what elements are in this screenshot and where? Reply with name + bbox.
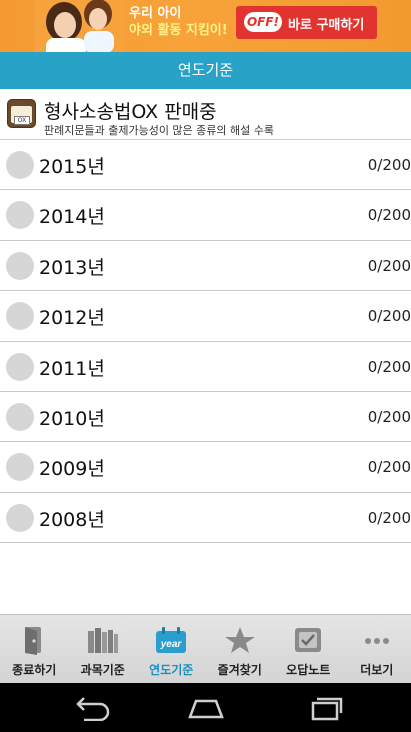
recent-apps-icon[interactable] — [303, 695, 347, 721]
year-row-2011[interactable]: 2011년 0/200 — [0, 341, 411, 392]
more-dots-icon — [364, 638, 389, 644]
nav-subject[interactable]: 과목기준 — [69, 615, 138, 683]
year-label: 2011년 — [39, 357, 105, 380]
nav-label: 연도기준 — [149, 663, 194, 677]
ad-line1: 우리 아이 — [129, 6, 182, 21]
progress-count: 0/200 — [367, 458, 411, 477]
promo-banner[interactable]: OX 형사소송법OX 판매중 판례지문들과 출제가능성이 많은 종류의 해설 수… — [0, 89, 411, 140]
nav-label: 종료하기 — [12, 663, 57, 677]
screen: 우리 아이 야외 활동 지킴이! OFF! 바로 구매하기 연도기준 OX 형사… — [0, 0, 411, 732]
year-row-2015[interactable]: 2015년 0/200 — [0, 140, 411, 191]
nav-wrong-notes[interactable]: 오답노트 — [274, 615, 343, 683]
ad-headline: 우리 아이 야외 활동 지킴이! — [129, 5, 239, 39]
year-label: 2009년 — [39, 458, 105, 481]
year-label: 2010년 — [39, 407, 105, 430]
status-circle-icon — [6, 251, 34, 280]
year-row-2009[interactable]: 2009년 0/200 — [0, 442, 411, 493]
note-check-icon — [295, 628, 322, 652]
year-label: 2008년 — [39, 508, 105, 531]
progress-count: 0/200 — [367, 156, 411, 174]
promo-subtitle: 판례지문들과 출제가능성이 많은 종류의 해설 수록 — [44, 124, 275, 137]
ad-buy-label: 바로 구매하기 — [288, 18, 365, 33]
status-circle-icon — [6, 302, 34, 331]
progress-count: 0/200 — [367, 307, 411, 326]
book-app-icon: OX — [7, 99, 36, 128]
progress-count: 0/200 — [367, 357, 411, 376]
ad-banner[interactable]: 우리 아이 야외 활동 지킴이! OFF! 바로 구매하기 — [0, 0, 411, 52]
year-label: 2014년 — [39, 206, 105, 229]
nav-more[interactable]: 더보기 — [343, 615, 411, 683]
nav-favorites[interactable]: 즐겨찾기 — [206, 615, 275, 683]
year-row-2014[interactable]: 2014년 0/200 — [0, 190, 411, 241]
system-nav-bar — [0, 683, 411, 732]
progress-count: 0/200 — [367, 206, 411, 225]
nav-label: 더보기 — [360, 663, 394, 677]
progress-count: 0/200 — [367, 508, 411, 527]
progress-count: 0/200 — [367, 407, 411, 426]
status-circle-icon — [6, 503, 34, 532]
svg-text:year: year — [160, 639, 183, 650]
promo-title: 형사소송법OX 판매중 — [44, 101, 217, 123]
ox-badge: OX — [14, 116, 30, 125]
ad-line2: 야외 활동 지킴이! — [129, 23, 228, 38]
nav-exit[interactable]: 종료하기 — [0, 615, 69, 683]
year-calendar-icon: year — [156, 627, 187, 653]
exit-door-icon — [25, 627, 42, 655]
year-row-2012[interactable]: 2012년 0/200 — [0, 291, 411, 342]
year-row-2013[interactable]: 2013년 0/200 — [0, 240, 411, 292]
nav-label: 오답노트 — [286, 663, 331, 677]
off-logo: OFF! — [244, 12, 282, 32]
home-icon[interactable] — [184, 695, 228, 721]
year-label: 2013년 — [39, 256, 105, 279]
star-icon — [224, 627, 255, 653]
status-circle-icon — [6, 453, 34, 482]
bottom-nav: 종료하기 과목기준 year 연도기준 즐겨찾기 오답노트 더보기 — [0, 614, 411, 683]
year-list: 2015년 0/200 2014년 0/200 2013년 0/200 2012… — [0, 140, 411, 544]
ad-people-image — [34, 0, 124, 52]
status-circle-icon — [6, 201, 34, 230]
ad-buy-button[interactable]: OFF! 바로 구매하기 — [236, 6, 377, 39]
nav-label: 즐겨찾기 — [217, 663, 262, 677]
back-icon[interactable] — [70, 695, 114, 721]
nav-label: 과목기준 — [80, 663, 125, 677]
page-title: 연도기준 — [0, 52, 411, 89]
year-label: 2015년 — [39, 156, 105, 178]
status-circle-icon — [6, 151, 34, 179]
status-circle-icon — [6, 402, 34, 431]
books-icon — [87, 628, 118, 653]
year-label: 2012년 — [39, 307, 105, 330]
status-circle-icon — [6, 352, 34, 381]
progress-count: 0/200 — [367, 256, 411, 275]
year-row-2010[interactable]: 2010년 0/200 — [0, 391, 411, 443]
year-row-2008[interactable]: 2008년 0/200 — [0, 492, 411, 544]
nav-year[interactable]: year 연도기준 — [137, 615, 206, 683]
